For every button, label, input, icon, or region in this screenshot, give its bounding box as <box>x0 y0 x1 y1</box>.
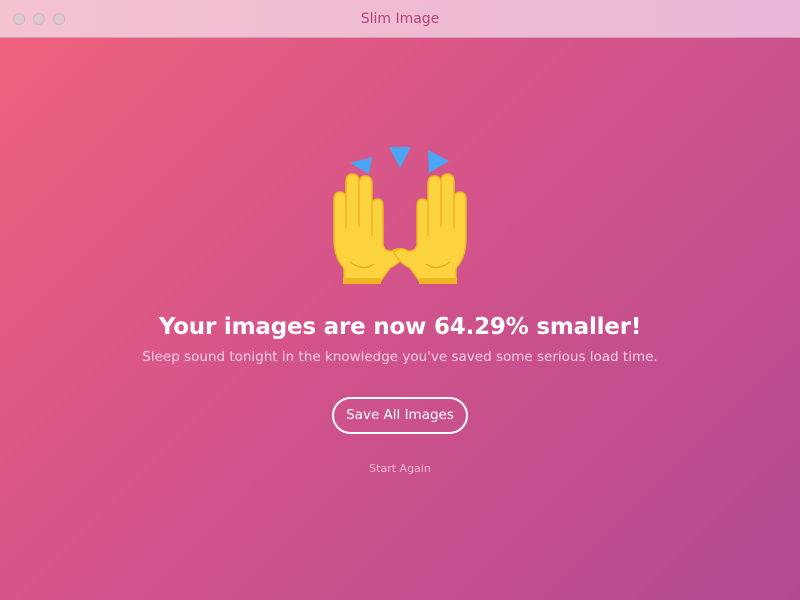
raising-hands-icon <box>333 147 467 284</box>
result-headline: Your images are now 64.29% smaller! <box>158 314 642 340</box>
right-hand-icon <box>393 173 467 284</box>
app-window: Slim Image Your images are now 64.29% sm… <box>0 0 800 600</box>
save-all-images-button[interactable]: Save All Images <box>332 397 468 434</box>
left-hand-icon <box>333 173 407 284</box>
sparkle-left-icon <box>350 157 372 174</box>
start-again-link[interactable]: Start Again <box>0 462 800 475</box>
title-bar[interactable]: Slim Image <box>0 0 800 38</box>
result-subline: Sleep sound tonight in the knowledge you… <box>142 349 658 365</box>
sparkle-center-icon <box>389 147 411 168</box>
sparkle-right-icon <box>428 150 449 173</box>
window-title: Slim Image <box>360 11 440 27</box>
